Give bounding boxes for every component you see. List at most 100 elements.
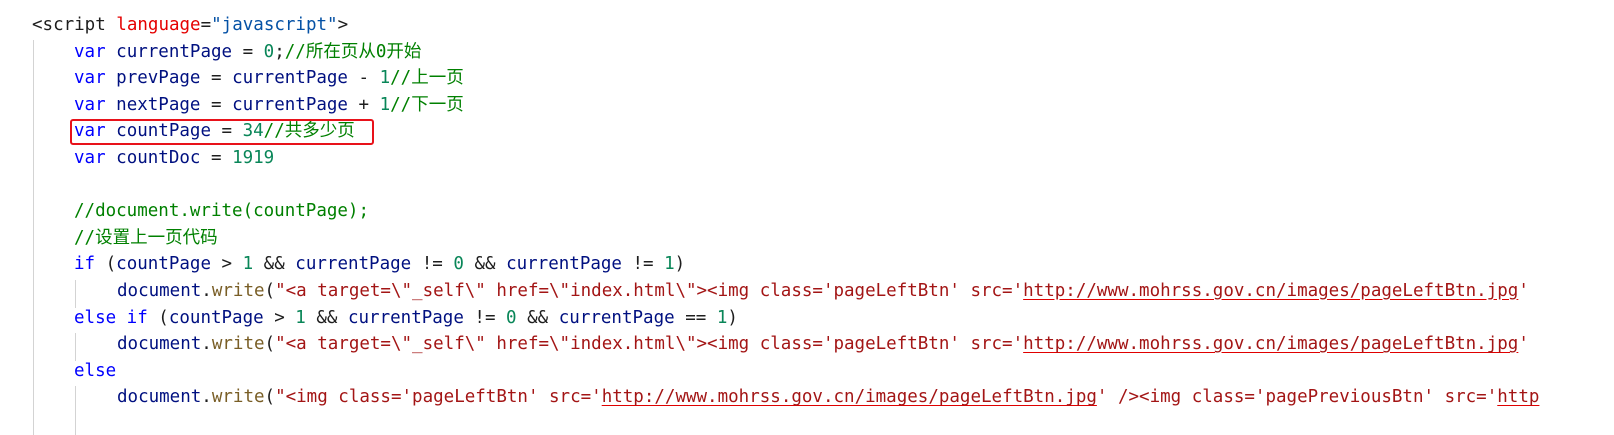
keyword-token: else <box>74 360 117 381</box>
indent-guide <box>75 333 76 361</box>
comment-token: //设置上一页代码 <box>74 227 218 248</box>
number-token: 0 <box>506 307 517 328</box>
function-token: write <box>211 334 265 355</box>
code-line[interactable]: else <box>74 358 116 385</box>
number-token: 1 <box>379 68 391 89</box>
identifier-token: document <box>117 281 202 301</box>
keyword-token: var <box>74 68 106 89</box>
string-token: "<img class='pageLeftBtn' src=' <box>275 387 602 408</box>
operator-token: > <box>210 254 243 275</box>
keyword-token: var <box>74 41 106 62</box>
number-token: 0 <box>263 41 275 62</box>
code-line[interactable]: var prevPage = currentPage - 1//上一页 <box>74 65 464 92</box>
operator-token: - <box>347 68 380 89</box>
comment-token: //上一页 <box>390 68 464 89</box>
identifier-token: currentPage <box>347 307 464 328</box>
number-token: 1 <box>295 307 306 328</box>
indent-guide <box>75 386 76 435</box>
code-line[interactable]: document.write("<img class='pageLeftBtn'… <box>117 384 1539 411</box>
function-token: write <box>211 387 265 408</box>
keyword-token: var <box>74 148 106 168</box>
string-token: "<a target=\"_self\" href=\"index.html\"… <box>275 334 1024 355</box>
identifier-token: currentPage <box>232 94 348 115</box>
operator-token: && <box>253 254 296 275</box>
url-link[interactable]: http://www.mohrss.gov.cn/images/pageLeft… <box>1023 334 1518 354</box>
operator-token: != <box>621 254 665 275</box>
url-link[interactable]: http <box>1497 387 1539 407</box>
identifier-token: currentPage <box>232 68 348 89</box>
keyword-token: else if <box>74 307 148 328</box>
operator-token: != <box>411 254 454 275</box>
identifier-token: currentPage <box>506 254 622 275</box>
identifier-token: currentPage <box>295 254 412 275</box>
number-token: 1 <box>664 254 675 275</box>
operator-token: && <box>516 307 559 328</box>
operator-token: > <box>263 307 296 328</box>
operator-token: = <box>200 94 233 115</box>
string-token: "javascript" <box>211 15 338 35</box>
highlight-box <box>70 119 374 145</box>
tag-token: > <box>337 15 349 35</box>
operator-token: && <box>463 254 507 275</box>
identifier-token: currentPage <box>558 307 675 328</box>
url-link[interactable]: http://www.mohrss.gov.cn/images/pageLeft… <box>1023 281 1518 301</box>
punct-token: ) <box>674 254 686 275</box>
code-line[interactable]: <script language="javascript"> <box>32 12 348 39</box>
code-line[interactable]: var nextPage = currentPage + 1//下一页 <box>74 92 464 119</box>
punct-token: ( <box>147 307 169 328</box>
string-token: ' <box>1518 281 1529 301</box>
identifier-token: currentPage <box>116 41 233 62</box>
code-line[interactable]: document.write("<a target=\"_self\" href… <box>117 278 1529 305</box>
punct-token: ( <box>264 387 276 408</box>
identifier-token: countPage <box>168 307 264 328</box>
punct-token: ) <box>727 307 738 328</box>
punct-token: ( <box>95 254 117 275</box>
identifier-token: nextPage <box>116 94 201 115</box>
number-token: 1 <box>716 307 728 328</box>
operator-token: == <box>674 307 717 328</box>
operator-token: = <box>200 15 212 35</box>
code-line[interactable]: document.write("<a target=\"_self\" href… <box>117 331 1529 358</box>
comment-token: //document.write(countPage); <box>74 201 370 222</box>
keyword-token: var <box>74 94 106 115</box>
code-line[interactable]: //document.write(countPage); <box>74 198 369 225</box>
operator-token: && <box>305 307 348 328</box>
string-token: ' /><img class='pagePreviousBtn' src=' <box>1096 387 1498 408</box>
string-token: ' <box>1518 334 1529 355</box>
comment-token: //所在页从0开始 <box>284 41 422 62</box>
number-token: 1 <box>379 94 391 115</box>
identifier-token: countPage <box>116 254 211 275</box>
code-line[interactable]: else if (countPage > 1 && currentPage !=… <box>74 305 738 332</box>
punct-token: ; <box>274 41 285 62</box>
operator-token: = <box>200 68 233 89</box>
number-token: 1919 <box>232 148 275 168</box>
indent-guide <box>33 40 34 435</box>
number-token: 0 <box>453 254 464 275</box>
string-token: "<a target=\"_self\" href=\"index.html\"… <box>275 281 1024 301</box>
function-token: write <box>211 281 265 301</box>
code-line[interactable]: var countDoc = 1919 <box>74 145 274 172</box>
identifier-token: prevPage <box>116 68 201 89</box>
identifier-token: countDoc <box>116 148 201 168</box>
keyword-token: if <box>74 254 96 275</box>
operator-token: + <box>347 94 380 115</box>
url-link[interactable]: http://www.mohrss.gov.cn/images/pageLeft… <box>602 387 1097 407</box>
punct-token: ( <box>264 281 276 301</box>
comment-token: //下一页 <box>390 94 464 115</box>
punct-token: . <box>201 281 212 301</box>
punct-token: ( <box>264 334 276 355</box>
code-line[interactable]: //设置上一页代码 <box>74 225 218 252</box>
code-editor[interactable]: <script language="javascript"> var curre… <box>0 0 1614 435</box>
attribute-token: language <box>116 15 201 35</box>
operator-token: != <box>463 307 507 328</box>
punct-token: . <box>201 387 212 408</box>
operator-token: = <box>232 41 264 62</box>
code-line[interactable]: var currentPage = 0;//所在页从0开始 <box>74 39 421 66</box>
identifier-token: document <box>117 387 202 408</box>
identifier-token: document <box>117 334 202 355</box>
number-token: 1 <box>242 254 254 275</box>
punct-token: . <box>201 334 212 355</box>
operator-token: = <box>200 148 233 168</box>
code-line[interactable]: if (countPage > 1 && currentPage != 0 &&… <box>74 251 685 278</box>
tag-token: <script <box>32 15 117 35</box>
